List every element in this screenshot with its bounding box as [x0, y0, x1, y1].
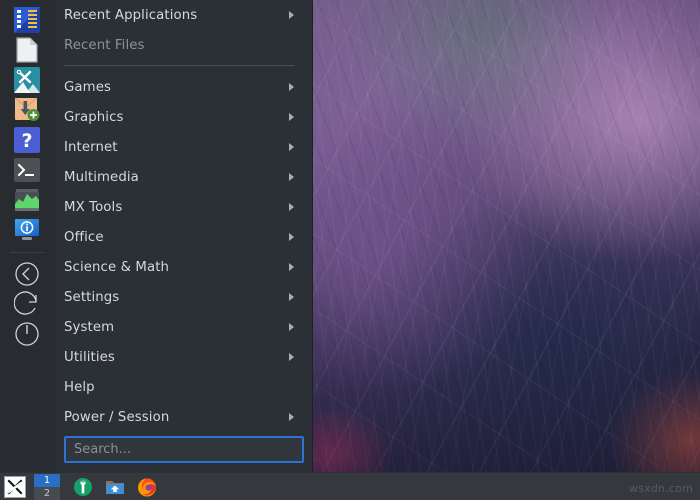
- menu-item-label: Utilities: [64, 349, 115, 365]
- firefox-launcher-icon[interactable]: [136, 476, 157, 497]
- chevron-right-icon: [289, 173, 294, 181]
- menu-item-games[interactable]: Games: [55, 72, 304, 102]
- chevron-right-icon: [289, 233, 294, 241]
- watermark-text: wsxdn.com: [629, 482, 693, 495]
- menu-body: Recent Applications Recent Files Games G…: [55, 0, 312, 472]
- menu-item-label: Recent Files: [64, 37, 145, 53]
- chevron-right-icon: [289, 323, 294, 331]
- menu-item-mx-tools[interactable]: MX Tools: [55, 192, 304, 222]
- sidebar-divider: [10, 252, 44, 253]
- menu-item-label: System: [64, 319, 115, 335]
- workspace-switcher[interactable]: 1 2: [34, 473, 60, 500]
- file-manager-launcher-icon[interactable]: [104, 476, 125, 497]
- menu-item-list: Recent Applications Recent Files Games G…: [55, 0, 312, 433]
- menu-item-label: Science & Math: [64, 259, 170, 275]
- screen: ? Recent Applications Recent Files Games…: [0, 0, 700, 500]
- menu-item-power-session[interactable]: Power / Session: [55, 402, 304, 432]
- menu-item-label: Recent Applications: [64, 7, 198, 23]
- chevron-right-icon: [289, 353, 294, 361]
- svg-text:?: ?: [21, 130, 32, 152]
- menu-item-multimedia[interactable]: Multimedia: [55, 162, 304, 192]
- taskbar: 1 2 wsxdn.com: [0, 472, 700, 500]
- mx-package-installer-icon[interactable]: [13, 6, 41, 34]
- menu-item-system[interactable]: System: [55, 312, 304, 342]
- menu-item-office[interactable]: Office: [55, 222, 304, 252]
- chevron-right-icon: [289, 293, 294, 301]
- text-document-icon[interactable]: [13, 36, 41, 64]
- shutdown-icon[interactable]: [13, 320, 41, 348]
- menu-item-utilities[interactable]: Utilities: [55, 342, 304, 372]
- chevron-right-icon: [289, 143, 294, 151]
- workspace-1[interactable]: 1: [34, 473, 60, 487]
- help-icon[interactable]: ?: [13, 126, 41, 154]
- chevron-right-icon: [289, 413, 294, 421]
- menu-item-label: Settings: [64, 289, 120, 305]
- workspace-2[interactable]: 2: [34, 486, 60, 500]
- logout-icon[interactable]: [13, 260, 41, 288]
- restart-icon[interactable]: [13, 290, 41, 318]
- chevron-right-icon: [289, 83, 294, 91]
- application-menu: ? Recent Applications Recent Files Games…: [0, 0, 313, 472]
- about-display-icon[interactable]: [13, 216, 41, 244]
- mx-tools-launcher-icon[interactable]: [72, 476, 93, 497]
- mx-tools-icon[interactable]: [13, 66, 41, 94]
- software-install-icon[interactable]: [13, 96, 41, 124]
- menu-item-graphics[interactable]: Graphics: [55, 102, 304, 132]
- chevron-right-icon: [289, 263, 294, 271]
- menu-item-help[interactable]: Help: [55, 372, 304, 402]
- menu-item-science-and-math[interactable]: Science & Math: [55, 252, 304, 282]
- menu-item-label: Games: [64, 79, 112, 95]
- menu-item-settings[interactable]: Settings: [55, 282, 304, 312]
- menu-item-label: Graphics: [64, 109, 124, 125]
- chevron-right-icon: [289, 203, 294, 211]
- terminal-icon[interactable]: [13, 156, 41, 184]
- chevron-right-icon: [289, 11, 294, 19]
- mx-menu-button[interactable]: [4, 475, 26, 498]
- system-monitor-icon[interactable]: [13, 186, 41, 214]
- menu-item-label: Office: [64, 229, 104, 245]
- chevron-right-icon: [289, 113, 294, 121]
- menu-item-label: Power / Session: [64, 409, 170, 425]
- search-input[interactable]: [64, 436, 304, 463]
- menu-item-recent-files[interactable]: Recent Files: [55, 30, 304, 60]
- menu-item-label: Internet: [64, 139, 118, 155]
- menu-item-recent-applications[interactable]: Recent Applications: [55, 0, 304, 30]
- menu-sidebar: ?: [0, 0, 55, 472]
- menu-divider: [64, 65, 294, 66]
- menu-item-label: Multimedia: [64, 169, 139, 185]
- menu-item-label: Help: [64, 379, 95, 395]
- menu-item-internet[interactable]: Internet: [55, 132, 304, 162]
- search-container: [55, 433, 312, 472]
- menu-item-label: MX Tools: [64, 199, 123, 215]
